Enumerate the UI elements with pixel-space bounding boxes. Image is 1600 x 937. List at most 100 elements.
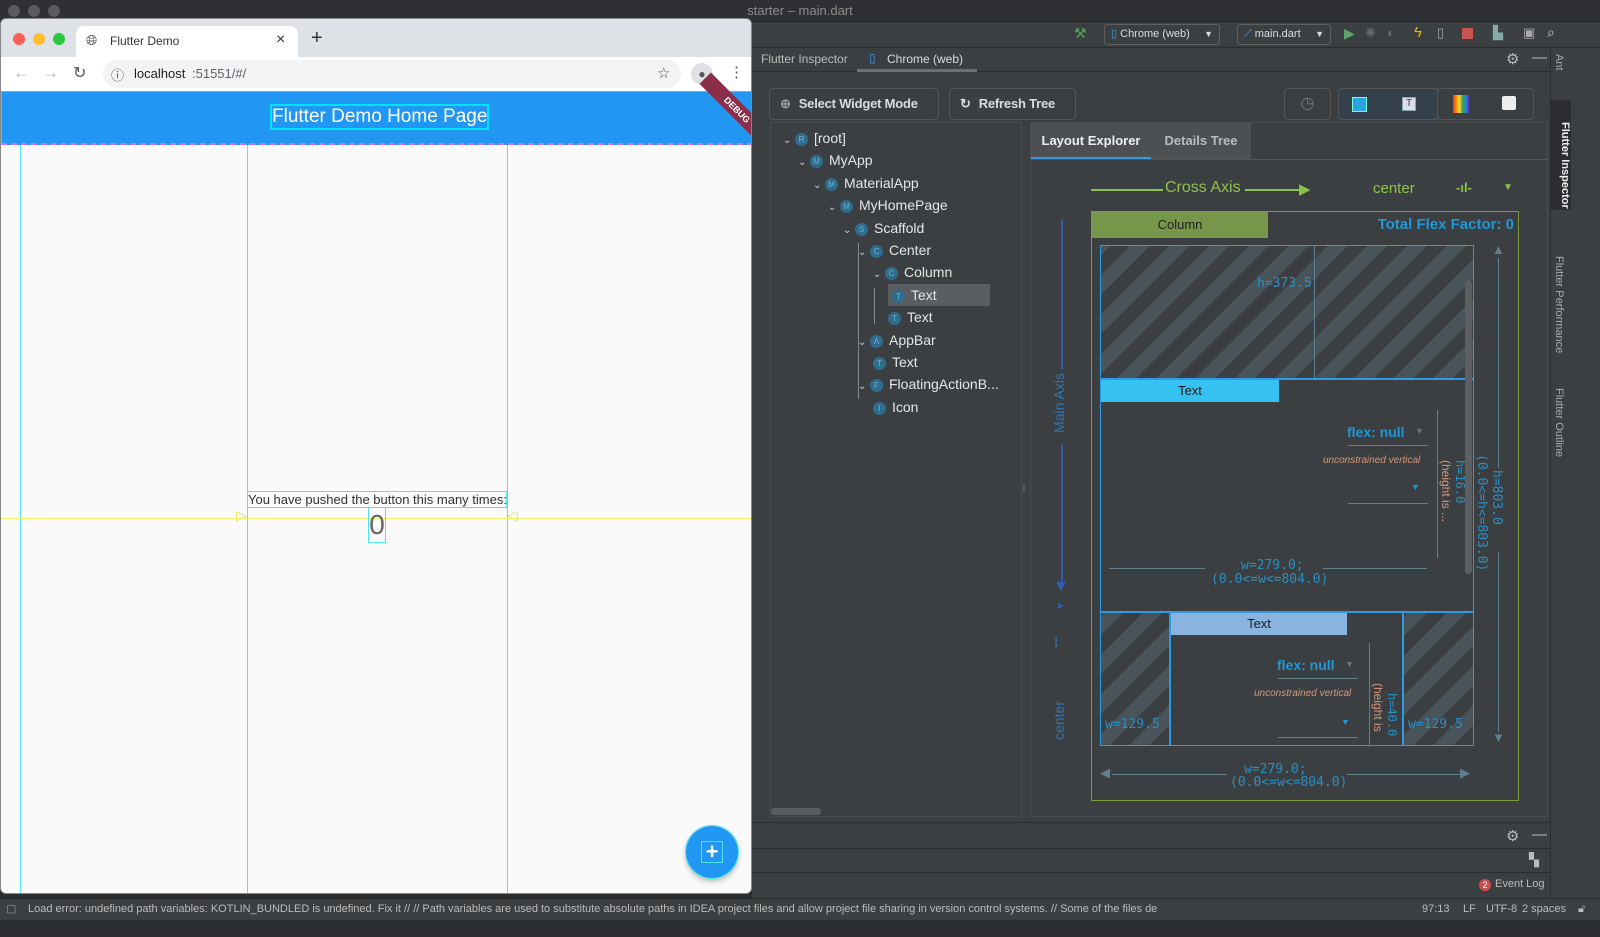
status-message[interactable]: Load error: undefined path variables: KO…	[28, 899, 1158, 919]
tree-node[interactable]: I Icon	[873, 396, 918, 418]
tree-node[interactable]: ⌄ M MyApp	[798, 149, 873, 171]
back-icon[interactable]: ←	[13, 63, 30, 83]
close-window-dot[interactable]	[13, 33, 25, 45]
run-icon[interactable]: ▶	[1344, 25, 1355, 42]
refresh-tree-button[interactable]: ↻ Refresh Tree	[949, 88, 1076, 120]
build-hammer-icon[interactable]: ⚒	[1074, 25, 1087, 42]
main-axis-dropdown-icon[interactable]: ▶	[1058, 601, 1064, 610]
project-structure-icon[interactable]: ▙	[1493, 25, 1503, 41]
tab-layout-explorer[interactable]: Layout Explorer	[1031, 123, 1151, 159]
tree-node[interactable]: ⌄ M MaterialApp	[813, 172, 919, 194]
device-mirror-icon[interactable]: ▯	[1437, 25, 1444, 41]
debug-icon[interactable]: ✺	[1365, 25, 1376, 41]
debug-paint-icon[interactable]	[1352, 97, 1367, 112]
main-axis-value[interactable]: center	[1051, 701, 1067, 740]
counter-text: 0	[368, 507, 386, 543]
file-encoding[interactable]: UTF-8	[1486, 899, 1517, 919]
maximize-window-dot[interactable]	[53, 33, 65, 45]
tree-node[interactable]: ⌄ M MyHomePage	[828, 194, 948, 216]
child-2-fit-dropdown[interactable]: ▼	[1341, 717, 1350, 727]
history-button[interactable]: ◷	[1284, 88, 1331, 120]
minimize-icon[interactable]: —	[1532, 826, 1547, 843]
tree-node[interactable]: T Text	[888, 283, 990, 306]
line-separator[interactable]: LF	[1463, 899, 1476, 919]
hot-reload-icon[interactable]: ϟ	[1414, 24, 1422, 41]
gear-icon[interactable]: ⚙	[1506, 50, 1519, 68]
tree-node[interactable]: ⌄ S Scaffold	[843, 217, 924, 239]
lock-icon[interactable]: 🔓︎	[1578, 899, 1585, 919]
child-text-1[interactable]: Text flex: null ▼ unconstrained vertical…	[1100, 280, 1474, 612]
minimize-icon[interactable]: —	[1532, 49, 1547, 66]
free-space-height: h=373.5	[1257, 276, 1312, 291]
cross-axis-value[interactable]: center	[1373, 180, 1415, 197]
search-icon[interactable]: ⌕	[1547, 24, 1555, 41]
tab-chrome-web[interactable]: ▯ Chrome (web)	[857, 48, 977, 72]
close-tab-icon[interactable]: ×	[276, 31, 285, 49]
ide-close-dot[interactable]	[8, 5, 20, 17]
layout-icon[interactable]: ▚	[1529, 852, 1539, 868]
tab-details-tree[interactable]: Details Tree	[1151, 123, 1251, 159]
minimize-window-dot[interactable]	[33, 33, 45, 45]
strip-flutter-inspector[interactable]: Flutter Inspector	[1551, 100, 1571, 210]
repaint-rainbow-icon[interactable]	[1453, 95, 1469, 113]
text-baseline-icon[interactable]: T	[1402, 97, 1416, 111]
child-1-flex-dropdown[interactable]: flex: null	[1347, 424, 1405, 440]
tree-node[interactable]: ⌄ C Center	[858, 239, 931, 261]
gear-icon[interactable]: ⚙	[1506, 827, 1519, 845]
terminal-icon[interactable]: ▣	[1523, 25, 1535, 41]
tree-node[interactable]: T Text	[888, 306, 933, 328]
strip-flutter-outline[interactable]: Flutter Outline	[1553, 388, 1565, 457]
ide-minimize-dot[interactable]	[28, 5, 40, 17]
floating-action-button[interactable]: +	[685, 825, 739, 879]
stop-icon[interactable]	[1462, 28, 1473, 39]
child-text-2[interactable]: Text flex: null ▼ unconstrained vertical…	[1170, 612, 1403, 747]
indent-setting[interactable]: 2 spaces	[1522, 899, 1566, 919]
chevron-down-icon[interactable]: ⌄	[858, 242, 870, 264]
event-log-button[interactable]: Event Log	[1495, 878, 1545, 890]
chevron-down-icon[interactable]: ⌄	[828, 197, 840, 219]
tree-node[interactable]: ⌄ C Column	[873, 261, 952, 283]
device-selector[interactable]: ▯ Chrome (web) ▼	[1104, 24, 1220, 45]
strip-ant[interactable]: Ant	[1553, 54, 1565, 71]
select-widget-mode-button[interactable]: ⊕ Select Widget Mode	[769, 88, 939, 120]
widget-type-icon: M	[840, 200, 853, 214]
chevron-down-icon[interactable]: ⌄	[798, 152, 810, 174]
chevron-down-icon[interactable]: ⌄	[783, 130, 795, 152]
address-bar[interactable]: ⓘ localhost :51551/#/ ☆	[103, 60, 681, 88]
widget-type-icon: S	[855, 222, 868, 236]
horizontal-scrollbar[interactable]	[771, 808, 821, 815]
child-2-flex-dropdown[interactable]: flex: null	[1277, 657, 1335, 673]
run-config-selector[interactable]: ⟋ main.dart ▼	[1237, 24, 1331, 45]
tab-flutter-inspector[interactable]: Flutter Inspector	[761, 52, 848, 66]
tree-node[interactable]: ⌄ A AppBar	[858, 329, 936, 351]
chevron-down-icon[interactable]: ⌄	[813, 175, 825, 197]
forward-icon[interactable]: →	[42, 63, 59, 83]
chevron-down-icon[interactable]: ⌄	[873, 264, 885, 286]
image-icon[interactable]	[1502, 96, 1516, 110]
tool-windows-icon[interactable]: ▢	[6, 899, 16, 919]
widget-type-icon: C	[870, 245, 883, 258]
tree-node[interactable]: ⌄ F FloatingActionB...	[858, 373, 999, 395]
ide-zoom-dot[interactable]	[48, 5, 60, 17]
caret-position[interactable]: 97:13	[1422, 899, 1450, 919]
chevron-down-icon[interactable]: ⌄	[858, 376, 870, 398]
reload-icon[interactable]: ↻	[73, 63, 86, 83]
tree-node[interactable]: T Text	[873, 351, 918, 373]
chevron-down-icon[interactable]: ⌄	[858, 332, 870, 354]
tree-node[interactable]: ⌄ R [root]	[783, 127, 846, 149]
vertical-scrollbar[interactable]	[1465, 280, 1472, 574]
bookmark-star-icon[interactable]: ☆	[657, 64, 670, 82]
tree-node-label: Text	[907, 309, 933, 326]
child-1-label: Text	[1101, 380, 1279, 402]
more-menu-icon[interactable]: ⋮	[729, 63, 744, 81]
profile-icon[interactable]: ◐	[1387, 25, 1395, 40]
splitter-handle[interactable]: ‖	[1022, 484, 1026, 495]
chevron-down-icon[interactable]: ⌄	[843, 220, 855, 242]
new-tab-button[interactable]: +	[311, 27, 323, 50]
browser-tab[interactable]: 🌐︎ Flutter Demo ×	[76, 26, 298, 57]
cross-axis-dropdown-icon[interactable]: ▼	[1503, 182, 1513, 193]
child-1-fit-dropdown[interactable]: ▼	[1411, 482, 1420, 492]
height-guide	[1314, 246, 1315, 378]
main-axis-line	[1061, 219, 1063, 369]
strip-flutter-performance[interactable]: Flutter Performance	[1553, 256, 1565, 353]
